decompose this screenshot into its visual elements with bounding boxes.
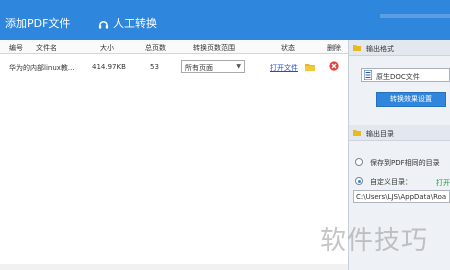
output-path-value: C:\Users\LJS\AppData\Roa: [356, 193, 447, 201]
output-dir-title: 输出目录: [366, 130, 394, 138]
col-header-filename: 文件名: [36, 44, 57, 52]
word-doc-icon: [364, 70, 372, 80]
folder-icon[interactable]: [305, 63, 315, 71]
col-header-status: 状态: [281, 44, 295, 52]
toolbar-highlight-strip: [380, 14, 450, 18]
manual-convert-button[interactable]: 人工转换: [113, 17, 157, 31]
open-dir-link[interactable]: 打开: [436, 178, 450, 188]
chevron-down-icon: ▼: [236, 63, 241, 70]
conversion-effect-button[interactable]: 转换效果设置: [376, 92, 446, 107]
table-row[interactable]: 华为的内部linux教... 414.97KB 53 打开文件: [0, 56, 348, 78]
output-format-header: 输出格式: [349, 40, 450, 56]
top-toolbar: 添加PDF文件 人工转换: [0, 0, 450, 40]
col-header-delete: 删除: [327, 44, 341, 52]
watermark-text: 软件技巧: [320, 226, 429, 256]
output-path-field[interactable]: C:\Users\LJS\AppData\Roa: [353, 190, 450, 203]
col-header-range: 转换页数范围: [193, 44, 235, 52]
add-pdf-button[interactable]: 添加PDF文件: [5, 17, 70, 31]
folder-icon: [353, 45, 361, 51]
radio-custom-dir[interactable]: [355, 177, 363, 185]
cell-pages: 53: [150, 63, 159, 71]
open-file-link[interactable]: 打开文件: [270, 63, 298, 73]
table-scroll-strip: [0, 264, 348, 270]
format-value: 原生DOC文件: [376, 73, 420, 81]
col-header-index: 编号: [9, 44, 23, 52]
file-table: 编号 文件名 大小 总页数 转换页数范围 状态 删除 华为的内部linux教..…: [0, 40, 348, 270]
table-header: 编号 文件名 大小 总页数 转换页数范围 状态 删除: [0, 40, 348, 54]
headset-icon: [98, 21, 109, 29]
col-header-pages: 总页数: [145, 44, 166, 52]
output-format-title: 输出格式: [366, 45, 394, 53]
option-custom-dir-label: 自定义目录：: [370, 178, 412, 186]
option-same-dir-label: 保存到PDF相同的目录: [370, 159, 440, 167]
radio-same-dir[interactable]: [355, 158, 363, 166]
page-range-value: 所有页面: [185, 64, 213, 72]
page-range-select[interactable]: 所有页面 ▼: [181, 60, 245, 73]
cell-size: 414.97KB: [92, 63, 126, 71]
cell-filename: 华为的内部linux教...: [9, 64, 75, 72]
col-header-size: 大小: [100, 44, 114, 52]
delete-icon[interactable]: [329, 61, 339, 71]
output-dir-header: 输出目录: [349, 125, 450, 141]
folder-icon: [353, 130, 361, 136]
